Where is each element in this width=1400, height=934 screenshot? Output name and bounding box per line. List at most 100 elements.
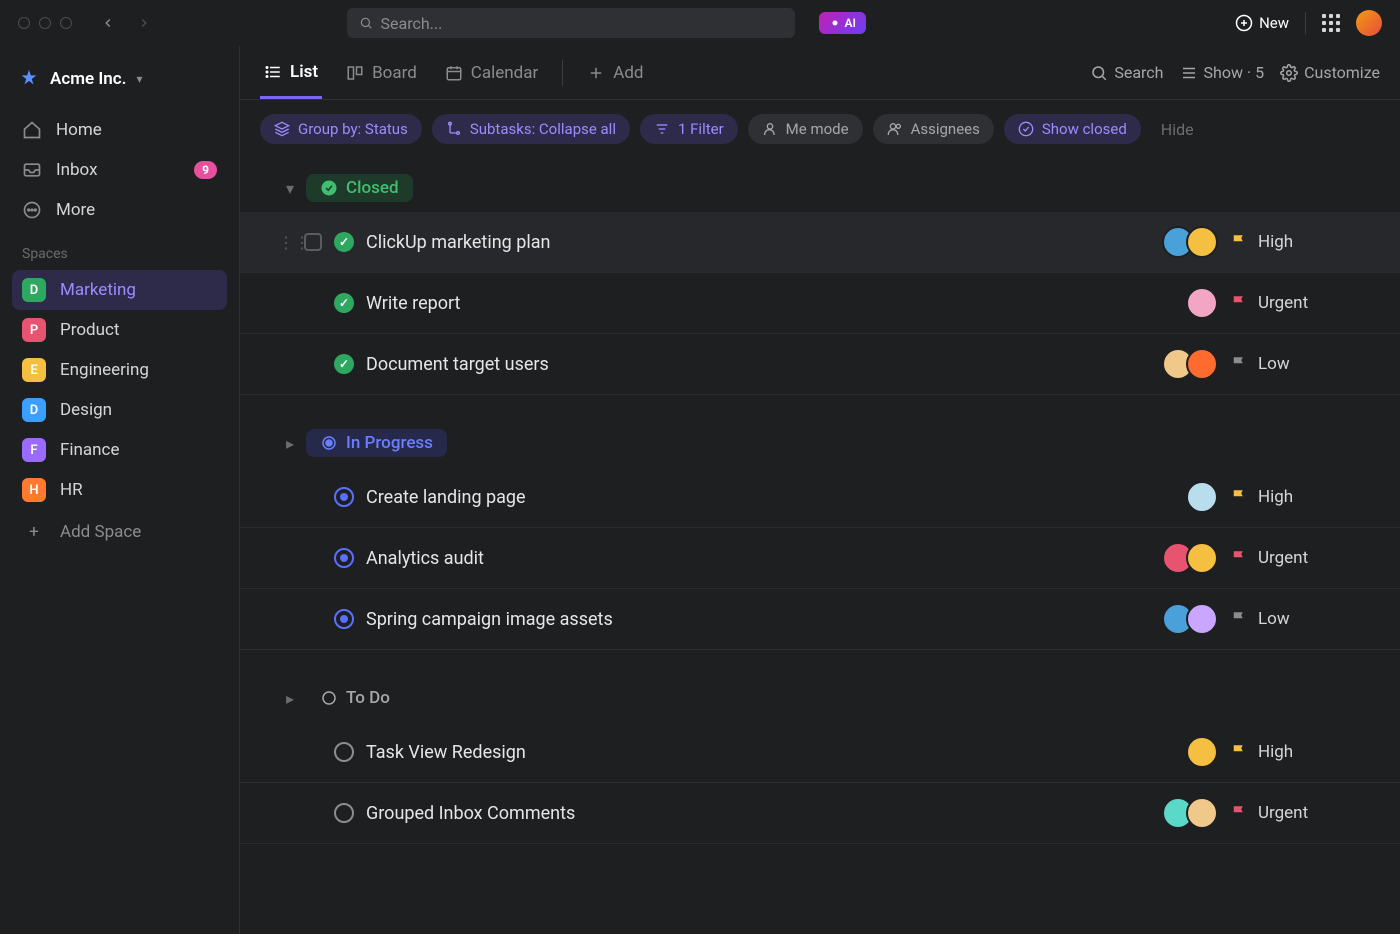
assignee-avatar[interactable] — [1186, 481, 1218, 513]
filter-chip[interactable]: 1 Filter — [640, 114, 738, 144]
assignee-stack — [1162, 797, 1218, 829]
space-label: Marketing — [60, 280, 136, 300]
assignee-stack — [1186, 736, 1218, 768]
nav-back-button[interactable] — [96, 11, 120, 35]
subtask-icon — [446, 121, 462, 137]
assignee-avatar[interactable] — [1186, 287, 1218, 319]
task-row[interactable]: ⋮⋮ Document target users Low — [240, 334, 1400, 395]
subtasks-chip[interactable]: Subtasks: Collapse all — [432, 114, 630, 144]
show-columns-button[interactable]: Show · 5 — [1180, 63, 1265, 82]
space-item-engineering[interactable]: EEngineering — [12, 350, 227, 390]
window-controls[interactable] — [18, 17, 72, 29]
assignee-avatar[interactable] — [1186, 736, 1218, 768]
task-status-icon[interactable] — [334, 803, 354, 823]
space-item-product[interactable]: PProduct — [12, 310, 227, 350]
task-checkbox[interactable] — [304, 233, 322, 251]
priority-label: High — [1258, 742, 1293, 762]
space-item-hr[interactable]: HHR — [12, 470, 227, 510]
circle-icon — [320, 689, 338, 707]
check-icon — [320, 179, 338, 197]
space-item-design[interactable]: DDesign — [12, 390, 227, 430]
task-row[interactable]: ⋮⋮ Task View Redesign High — [240, 722, 1400, 783]
workspace-name: Acme Inc. — [50, 69, 126, 89]
group-toggle[interactable]: ▸ — [286, 434, 294, 453]
people-icon — [887, 121, 903, 137]
task-status-icon[interactable] — [334, 293, 354, 313]
task-row[interactable]: ⋮⋮ Write report Urgent — [240, 273, 1400, 334]
view-tab-board[interactable]: Board — [342, 49, 421, 97]
global-search-input[interactable]: Search... — [347, 8, 795, 38]
me-mode-chip[interactable]: Me mode — [748, 114, 863, 144]
assignee-avatar[interactable] — [1186, 542, 1218, 574]
check-circle-icon — [1018, 121, 1034, 137]
group-by-chip[interactable]: Group by: Status — [260, 114, 422, 144]
task-title: Task View Redesign — [366, 742, 526, 763]
task-priority[interactable]: High — [1230, 487, 1380, 507]
sidebar-item-home[interactable]: Home — [12, 110, 227, 150]
add-space-button[interactable]: + Add Space — [12, 510, 227, 554]
workspace-switcher[interactable]: Acme Inc. ▾ — [12, 60, 227, 98]
apps-icon[interactable] — [1322, 14, 1340, 32]
task-priority[interactable]: Low — [1230, 354, 1380, 374]
add-view-button[interactable]: Add — [583, 49, 647, 97]
assignee-avatar[interactable] — [1186, 797, 1218, 829]
task-priority[interactable]: Urgent — [1230, 293, 1380, 313]
task-row[interactable]: ⋮⋮ Create landing page High — [240, 467, 1400, 528]
task-priority[interactable]: Urgent — [1230, 803, 1380, 823]
task-status-icon[interactable] — [334, 232, 354, 252]
group-toggle[interactable]: ▸ — [286, 689, 294, 708]
workspace-logo-icon — [18, 68, 40, 90]
assignee-avatar[interactable] — [1186, 348, 1218, 380]
sidebar-item-label: More — [56, 200, 95, 220]
task-row[interactable]: ⋮⋮ Grouped Inbox Comments Urgent — [240, 783, 1400, 844]
search-placeholder: Search... — [381, 14, 443, 33]
customize-button[interactable]: Customize — [1280, 63, 1380, 82]
hide-filters-button[interactable]: Hide — [1161, 120, 1194, 139]
drag-handle-icon[interactable]: ⋮⋮ — [278, 233, 292, 252]
view-tab-list[interactable]: List — [260, 48, 322, 99]
task-status-icon[interactable] — [334, 609, 354, 629]
flag-icon — [1230, 355, 1248, 373]
search-icon — [359, 16, 373, 30]
task-row[interactable]: ⋮⋮ ClickUp marketing plan High — [240, 212, 1400, 273]
view-search-button[interactable]: Search — [1090, 63, 1163, 82]
flag-icon — [1230, 610, 1248, 628]
group-name: To Do — [346, 688, 390, 708]
filter-icon — [654, 121, 670, 137]
task-status-icon[interactable] — [334, 548, 354, 568]
space-item-finance[interactable]: FFinance — [12, 430, 227, 470]
sidebar-item-more[interactable]: More — [12, 190, 227, 230]
task-row[interactable]: ⋮⋮ Analytics audit Urgent — [240, 528, 1400, 589]
assignee-avatar[interactable] — [1186, 603, 1218, 635]
task-priority[interactable]: Low — [1230, 609, 1380, 629]
priority-label: Urgent — [1258, 803, 1308, 823]
task-row[interactable]: ⋮⋮ Spring campaign image assets Low — [240, 589, 1400, 650]
ai-button[interactable]: AI — [819, 12, 866, 34]
assignee-avatar[interactable] — [1186, 226, 1218, 258]
space-item-marketing[interactable]: DMarketing — [12, 270, 227, 310]
flag-icon — [1230, 743, 1248, 761]
nav-forward-button[interactable] — [132, 11, 156, 35]
group-status-pill[interactable]: Closed — [306, 174, 413, 202]
priority-label: High — [1258, 487, 1293, 507]
assignees-chip[interactable]: Assignees — [873, 114, 994, 144]
task-title: Analytics audit — [366, 548, 484, 569]
space-badge-icon: E — [22, 358, 46, 382]
sidebar-item-inbox[interactable]: Inbox 9 — [12, 150, 227, 190]
calendar-icon — [445, 64, 463, 82]
show-closed-chip[interactable]: Show closed — [1004, 114, 1141, 144]
task-priority[interactable]: High — [1230, 232, 1380, 252]
task-priority[interactable]: Urgent — [1230, 548, 1380, 568]
task-status-icon[interactable] — [334, 487, 354, 507]
view-tab-calendar[interactable]: Calendar — [441, 49, 542, 97]
new-button[interactable]: New — [1235, 14, 1289, 32]
group-status-pill[interactable]: To Do — [306, 684, 404, 712]
group-toggle[interactable]: ▾ — [286, 179, 294, 198]
user-avatar[interactable] — [1356, 10, 1382, 36]
task-priority[interactable]: High — [1230, 742, 1380, 762]
plus-icon — [587, 64, 605, 82]
task-status-icon[interactable] — [334, 742, 354, 762]
task-status-icon[interactable] — [334, 354, 354, 374]
chevron-down-icon: ▾ — [136, 72, 142, 86]
group-status-pill[interactable]: In Progress — [306, 429, 447, 457]
